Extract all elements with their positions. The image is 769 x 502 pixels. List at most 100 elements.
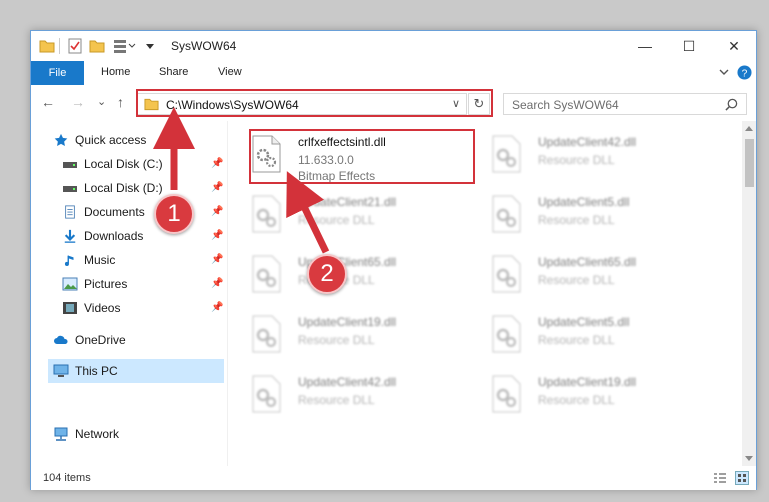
- file-name: UpdateClient65.dll: [538, 255, 637, 269]
- file-item[interactable]: UpdateClient19.dll Resource DLL: [228, 311, 453, 361]
- sidebar-item-videos[interactable]: Videos: [62, 297, 120, 319]
- close-button[interactable]: ✕: [712, 31, 756, 61]
- sidebar-item-label: Local Disk (C:): [84, 157, 163, 171]
- file-description: Resource DLL: [538, 333, 615, 347]
- details-view-icon[interactable]: [713, 472, 727, 484]
- dll-file-icon: [492, 135, 521, 173]
- dll-file-icon: [492, 315, 521, 353]
- file-name: UpdateClient19.dll: [298, 315, 397, 329]
- pin-icon[interactable]: 📌: [211, 158, 223, 169]
- maximize-button[interactable]: ☐: [667, 31, 711, 61]
- file-description: Resource DLL: [298, 333, 375, 347]
- vertical-scrollbar[interactable]: [742, 121, 756, 466]
- file-item[interactable]: UpdateClient5.dll Resource DLL: [468, 311, 693, 361]
- sidebar-item-quick-access[interactable]: Quick access: [53, 129, 146, 151]
- search-box[interactable]: Search SysWOW64: [503, 93, 747, 115]
- sidebar-item-label: Pictures: [84, 277, 128, 291]
- file-description: Resource DLL: [538, 213, 615, 227]
- file-item[interactable]: UpdateClient21.dll Resource DLL: [228, 191, 453, 241]
- dll-file-icon: [492, 375, 521, 413]
- navigation-bar: ← → ⌄ ↑ C:\Windows\SysWOW64 ∨ ↻ Search S…: [31, 85, 756, 121]
- sidebar-item-label: Local Disk (D:): [84, 181, 163, 195]
- sidebar-item-local-disk-c[interactable]: Local Disk (C:): [62, 153, 163, 175]
- file-item[interactable]: UpdateClient5.dll Resource DLL: [468, 191, 693, 241]
- drive-icon: [63, 162, 77, 168]
- sidebar-item-label: OneDrive: [75, 333, 126, 347]
- dll-file-icon: [252, 375, 281, 413]
- file-item[interactable]: UpdateClient42.dll Resource DLL: [468, 131, 693, 181]
- explorer-window: SysWOW64 — ☐ ✕ File Home Share View ? ← …: [30, 30, 757, 490]
- sidebar-item-label: Downloads: [84, 229, 144, 243]
- documents-icon: [65, 205, 75, 219]
- forward-button[interactable]: →: [71, 94, 85, 110]
- file-name: UpdateClient42.dll: [538, 135, 637, 149]
- pin-icon[interactable]: 📌: [211, 254, 223, 265]
- item-count: 104 items: [43, 472, 91, 484]
- pin-icon[interactable]: 📌: [211, 206, 223, 217]
- sidebar-item-pictures[interactable]: Pictures: [62, 273, 127, 295]
- sidebar-item-onedrive[interactable]: OneDrive: [53, 329, 126, 351]
- back-button[interactable]: ←: [41, 94, 55, 110]
- recent-locations-button[interactable]: ⌄: [97, 95, 106, 108]
- sidebar-item-music[interactable]: Music: [62, 249, 115, 271]
- tab-home[interactable]: Home: [101, 66, 130, 78]
- svg-text:?: ?: [742, 68, 748, 79]
- chevron-down-icon[interactable]: [145, 38, 155, 54]
- search-icon[interactable]: [725, 98, 738, 111]
- properties-icon[interactable]: [67, 38, 83, 54]
- file-item[interactable]: UpdateClient19.dll Resource DLL: [468, 371, 693, 421]
- status-bar: 104 items: [31, 466, 756, 490]
- new-folder-icon[interactable]: [89, 38, 105, 54]
- sidebar-item-label: Music: [84, 253, 116, 267]
- file-item[interactable]: UpdateClient65.dll Resource DLL: [468, 251, 693, 301]
- sidebar-item-label: Videos: [84, 301, 121, 315]
- download-icon: [64, 229, 76, 243]
- dll-file-icon: [252, 315, 281, 353]
- pin-icon[interactable]: 📌: [211, 230, 223, 241]
- step-badge-2: 2: [307, 254, 347, 294]
- scroll-down-icon[interactable]: [745, 456, 753, 462]
- sidebar-item-network[interactable]: Network: [53, 423, 119, 445]
- file-item[interactable]: UpdateClient42.dll Resource DLL: [228, 371, 453, 421]
- dll-file-icon: [252, 255, 281, 293]
- navigation-pane: Quick access Local Disk (C:) 📌 Local Dis…: [31, 121, 226, 466]
- step-badge-1: 1: [154, 194, 194, 234]
- file-highlight: [249, 129, 475, 184]
- sidebar-item-downloads[interactable]: Downloads: [62, 225, 143, 247]
- sidebar-item-documents[interactable]: Documents: [62, 201, 145, 223]
- sidebar-item-local-disk-d[interactable]: Local Disk (D:): [62, 177, 163, 199]
- file-name: UpdateClient19.dll: [538, 375, 637, 389]
- sidebar-item-this-pc[interactable]: This PC: [53, 360, 118, 382]
- file-name: UpdateClient21.dll: [298, 195, 397, 209]
- file-description: Resource DLL: [298, 213, 375, 227]
- pin-icon[interactable]: 📌: [211, 182, 223, 193]
- window-title: SysWOW64: [171, 39, 237, 53]
- scroll-up-icon[interactable]: [745, 125, 753, 131]
- file-description: Resource DLL: [538, 153, 615, 167]
- separator: [59, 38, 60, 54]
- scrollbar-thumb[interactable]: [745, 139, 754, 187]
- tab-view[interactable]: View: [218, 66, 242, 78]
- search-input[interactable]: Search SysWOW64: [512, 98, 619, 112]
- file-name: UpdateClient5.dll: [538, 315, 630, 329]
- tab-share[interactable]: Share: [159, 66, 188, 78]
- file-description: Resource DLL: [538, 273, 615, 287]
- folder-icon: [39, 40, 55, 53]
- large-icons-view-icon[interactable]: [735, 471, 749, 485]
- customize-toolbar-icon[interactable]: [113, 38, 137, 54]
- up-button[interactable]: ↑: [117, 94, 124, 110]
- pin-icon[interactable]: 📌: [211, 302, 223, 313]
- minimize-button[interactable]: —: [623, 31, 667, 61]
- file-name: UpdateClient5.dll: [538, 195, 630, 209]
- cloud-icon: [54, 335, 68, 344]
- file-name: UpdateClient42.dll: [298, 375, 397, 389]
- drive-icon: [63, 186, 77, 192]
- pin-icon[interactable]: 📌: [211, 278, 223, 289]
- sidebar-item-label: Quick access: [75, 133, 147, 147]
- pictures-icon: [62, 277, 78, 291]
- network-icon: [54, 427, 68, 441]
- address-highlight: [136, 89, 493, 117]
- expand-ribbon-icon[interactable]: [719, 67, 729, 77]
- help-icon[interactable]: ?: [737, 65, 752, 80]
- tab-file[interactable]: File: [31, 61, 84, 85]
